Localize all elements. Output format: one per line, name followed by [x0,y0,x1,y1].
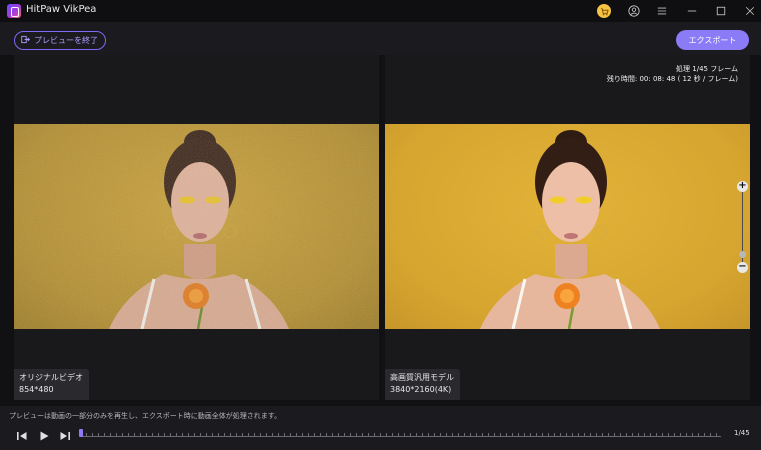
export-button[interactable]: エクスポート [676,30,749,50]
title-bar: HitPaw VikPea [0,0,761,22]
enhanced-video-panel: 処理 1/45 フレーム 残り時間: 00: 08: 48 ( 12 秒 / フ… [385,55,750,400]
cart-icon[interactable] [597,4,611,18]
timeline-scrubber[interactable] [79,429,721,437]
enhanced-video-label: 高画質汎用モデル 3840*2160(4K) [385,369,460,400]
zoom-out-button[interactable]: − [737,262,748,273]
menu-icon[interactable] [654,3,670,19]
minimize-icon[interactable] [684,3,700,19]
enhanced-model-title: 高画質汎用モデル [390,373,454,382]
timeline-playhead[interactable] [79,429,83,437]
play-icon[interactable] [37,428,51,442]
close-icon[interactable] [742,3,758,19]
frame-counter: 1/45 [734,429,750,437]
original-video-resolution: 854*480 [19,385,54,394]
zoom-slider-handle[interactable] [739,251,746,258]
exit-icon [21,35,31,46]
enhanced-video-frame [385,124,750,329]
maximize-icon[interactable] [713,3,729,19]
processing-info: 処理 1/45 フレーム 残り時間: 00: 08: 48 ( 12 秒 / フ… [607,64,738,84]
app-logo-icon [7,4,21,18]
top-toolbar: プレビューを終了 エクスポート [0,22,761,55]
processing-frames: 処理 1/45 フレーム [676,65,738,73]
preview-notice: プレビューは動画の一部分のみを再生し、エクスポート時に動画全体が処理されます。 [9,412,282,420]
zoom-in-button[interactable]: + [737,181,748,192]
original-video-title: オリジナルビデオ [19,373,83,382]
app-title: HitPaw VikPea [26,4,97,15]
playback-bar: プレビューは動画の一部分のみを再生し、エクスポート時に動画全体が処理されます。 … [0,406,761,450]
timeline-line [80,436,721,437]
user-icon[interactable] [626,3,642,19]
next-frame-icon[interactable] [58,428,72,442]
enhanced-video-resolution: 3840*2160(4K) [390,385,452,394]
original-video-panel: オリジナルビデオ 854*480 [14,55,379,400]
original-video-label: オリジナルビデオ 854*480 [14,369,89,400]
exit-preview-label: プレビューを終了 [34,36,98,45]
original-video-frame [14,124,379,329]
remaining-time: 残り時間: 00: 08: 48 ( 12 秒 / フレーム) [606,75,738,83]
exit-preview-button[interactable]: プレビューを終了 [14,31,106,50]
previous-frame-icon[interactable] [15,428,29,442]
